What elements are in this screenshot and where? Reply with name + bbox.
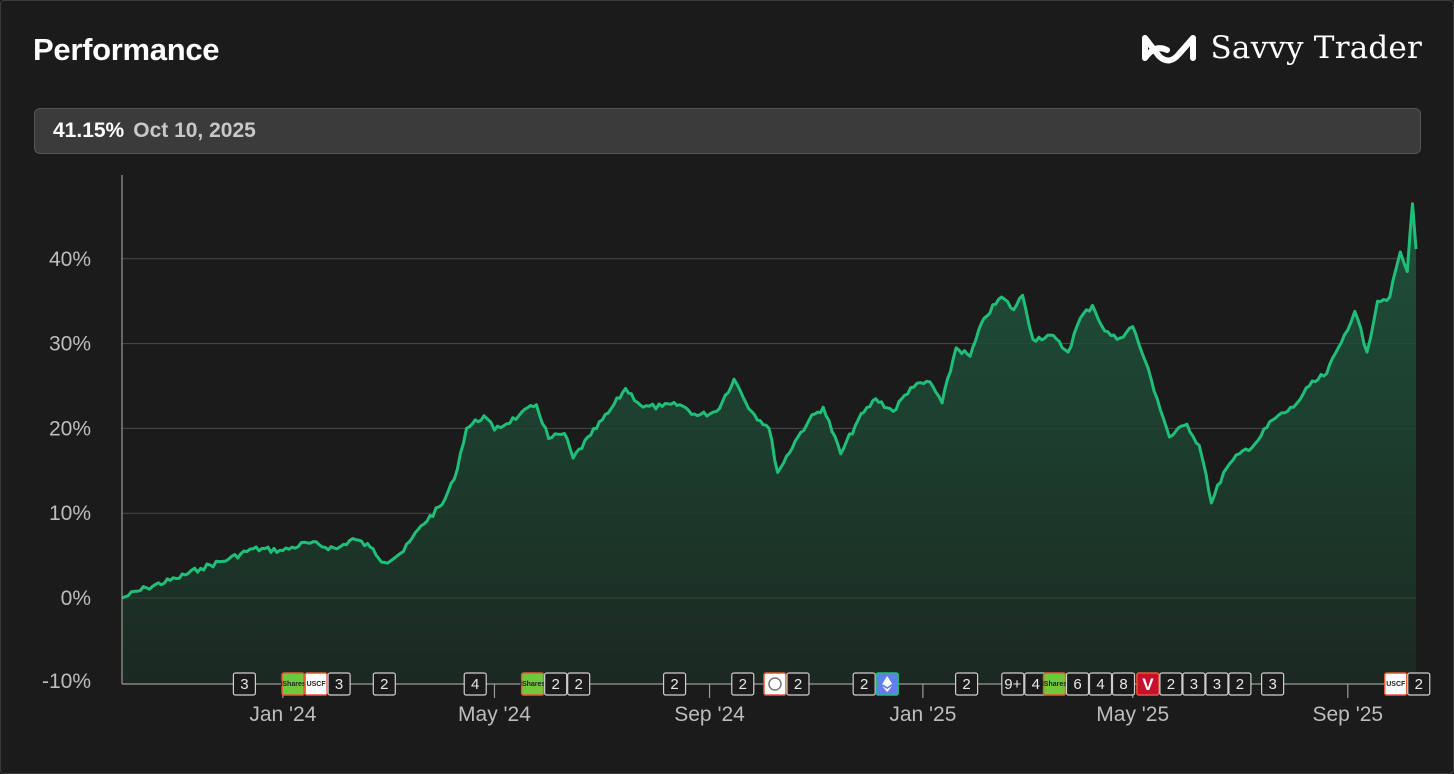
y-tick-label: 0% [61, 587, 91, 610]
event-count: 4 [1032, 676, 1040, 693]
y-tick-label: 10% [49, 502, 91, 525]
event-count: 3 [1268, 676, 1276, 693]
event-marker-group[interactable]: iShares USCF 3 [280, 672, 351, 696]
event-count: 2 [860, 676, 868, 693]
x-tick-label: May '24 [458, 703, 531, 726]
event-count: 6 [1073, 676, 1081, 693]
y-tick-label: 40% [49, 248, 91, 271]
event-marker-group[interactable]: 9+ 4 [1001, 672, 1048, 696]
event-count: 2 [551, 676, 559, 693]
event-marker-group[interactable]: 3 [232, 672, 257, 696]
circle-logo-icon[interactable] [763, 672, 787, 696]
event-count: 3 [240, 676, 248, 693]
event-count: 2 [1415, 676, 1423, 693]
event-count: 2 [574, 676, 582, 693]
y-tick-label: 30% [49, 333, 91, 356]
y-tick-label: -10% [42, 670, 91, 693]
x-tick-label: Jan '24 [249, 703, 316, 726]
event-count: 2 [739, 676, 747, 693]
logo-text: V [1142, 675, 1154, 694]
x-tick-label: Sep '25 [1313, 703, 1384, 726]
x-tick-label: Jan '25 [889, 703, 956, 726]
event-marker-group[interactable]: 4 [463, 672, 487, 696]
y-tick-label: 20% [49, 417, 91, 440]
performance-chart[interactable]: -10% 0% 10% 20% 30% 40% Jan '24 May '24 Sep '24 J… [0, 0, 1454, 774]
event-marker-group[interactable]: 2 [372, 672, 396, 696]
event-count: 2 [670, 676, 678, 693]
event-count: 3 [335, 676, 343, 693]
event-marker-group[interactable]: iShares 6 4 8 [1042, 672, 1136, 696]
event-count: 4 [471, 676, 479, 693]
x-tick-label: Sep '24 [674, 703, 745, 726]
event-count: 2 [962, 676, 970, 693]
x-tick-label: May '25 [1096, 703, 1169, 726]
event-marker-group[interactable]: 2 [852, 672, 899, 696]
logo-text: iShares [280, 681, 305, 688]
event-count: 3 [1213, 676, 1221, 693]
logo-text: USCF [1386, 681, 1406, 688]
event-marker-group[interactable]: 2 [662, 672, 687, 696]
event-count: 8 [1119, 676, 1127, 693]
logo-text: iShares [1042, 681, 1067, 688]
event-marker-group[interactable]: USCF 2 [1384, 672, 1431, 696]
event-count: 2 [1236, 676, 1244, 693]
event-marker-group[interactable]: V2332 [1136, 672, 1252, 696]
series-area [122, 203, 1416, 684]
event-marker-group[interactable]: 3 [1261, 672, 1285, 696]
event-count: 2 [1167, 676, 1175, 693]
event-count: 4 [1096, 676, 1104, 693]
event-marker-group[interactable]: 2 [763, 672, 810, 696]
event-count: 3 [1190, 676, 1198, 693]
event-count: 9+ [1004, 676, 1021, 693]
event-count: 2 [794, 676, 802, 693]
event-marker-group[interactable]: iShares 2 2 [520, 672, 591, 696]
event-marker-group[interactable]: 2 [731, 672, 755, 696]
event-count: 2 [380, 676, 388, 693]
logo-text: iShares [520, 681, 545, 688]
logo-text: USCF [307, 681, 327, 688]
event-marker-group[interactable]: 2 [954, 672, 979, 696]
